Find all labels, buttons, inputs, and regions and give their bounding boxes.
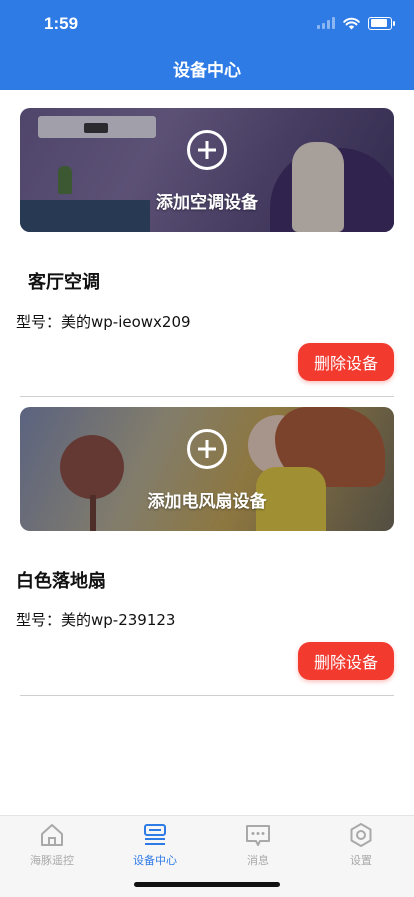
status-time: 1:59 bbox=[44, 14, 79, 33]
tab-label: 设置 bbox=[350, 854, 372, 867]
tab-label: 海豚遥控 bbox=[30, 854, 74, 867]
delete-device-button[interactable]: 删除设备 bbox=[298, 642, 394, 680]
banner-overlay bbox=[20, 407, 394, 531]
tab-device-center[interactable]: 设备中心 bbox=[105, 822, 205, 868]
cellular-signal-icon bbox=[317, 17, 335, 29]
home-icon bbox=[41, 824, 63, 846]
add-circle-icon bbox=[187, 429, 227, 469]
tab-label: 消息 bbox=[247, 854, 269, 867]
delete-device-button[interactable]: 删除设备 bbox=[298, 343, 394, 381]
add-electric-fan-banner[interactable]: 添加电风扇设备 bbox=[20, 407, 394, 531]
device-model: 型号：美的wp-ieowx209 bbox=[16, 313, 191, 331]
wifi-icon bbox=[343, 17, 360, 29]
add-air-conditioner-banner[interactable]: 添加空调设备 bbox=[20, 108, 394, 232]
add-circle-icon bbox=[187, 130, 227, 170]
tab-home[interactable]: 海豚遥控 bbox=[2, 822, 102, 868]
device-name: 白色落地扇 bbox=[16, 571, 106, 592]
battery-icon bbox=[368, 16, 395, 30]
banner-overlay bbox=[20, 108, 394, 232]
device-icon bbox=[144, 824, 166, 845]
settings-icon bbox=[350, 823, 372, 847]
add-device-label: 添加电风扇设备 bbox=[147, 492, 267, 512]
page-title: 设备中心 bbox=[173, 61, 241, 81]
tab-settings[interactable]: 设置 bbox=[311, 822, 411, 868]
message-icon bbox=[246, 825, 270, 846]
home-indicator[interactable] bbox=[134, 882, 280, 887]
divider bbox=[20, 396, 394, 397]
add-device-label: 添加空调设备 bbox=[156, 193, 258, 213]
device-model: 型号：美的wp-239123 bbox=[16, 611, 176, 629]
tab-label: 设备中心 bbox=[133, 854, 177, 867]
status-icons bbox=[317, 15, 395, 31]
device-name: 客厅空调 bbox=[28, 272, 100, 293]
status-bar: 1:59 bbox=[0, 0, 414, 46]
header-bar: 1:59 设备中心 bbox=[0, 0, 414, 90]
tab-messages[interactable]: 消息 bbox=[208, 822, 308, 868]
divider bbox=[20, 695, 394, 696]
